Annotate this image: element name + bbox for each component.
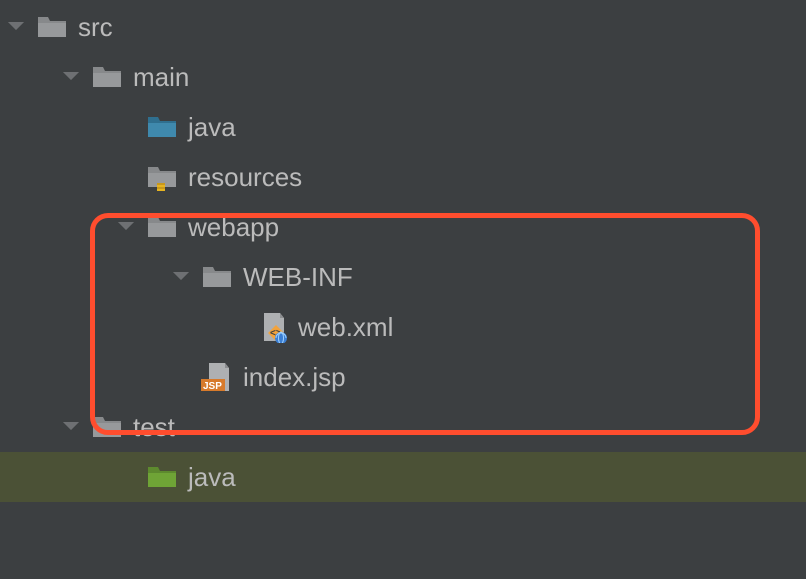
tree-node-label: webapp <box>188 212 279 243</box>
chevron-down-icon[interactable] <box>171 267 191 287</box>
tree-node-resources[interactable]: resources <box>0 152 806 202</box>
folder-source-icon <box>146 111 178 143</box>
folder-icon <box>36 11 68 43</box>
tree-node-label: java <box>188 462 236 493</box>
tree-node-label: java <box>188 112 236 143</box>
folder-resources-icon <box>146 161 178 193</box>
file-jsp-icon <box>201 361 233 393</box>
folder-test-source-icon <box>146 461 178 493</box>
tree-node-java-main[interactable]: java <box>0 102 806 152</box>
chevron-down-icon[interactable] <box>61 67 81 87</box>
arrow-placeholder <box>226 317 246 337</box>
tree-node-src[interactable]: src <box>0 2 806 52</box>
chevron-down-icon[interactable] <box>6 17 26 37</box>
tree-node-label: web.xml <box>298 312 393 343</box>
tree-node-webapp[interactable]: webapp <box>0 202 806 252</box>
chevron-down-icon[interactable] <box>116 217 136 237</box>
tree-node-label: test <box>133 412 175 443</box>
tree-node-webinf[interactable]: WEB-INF <box>0 252 806 302</box>
tree-node-label: resources <box>188 162 302 193</box>
project-tree[interactable]: src main java resources webapp WEB-INF w… <box>0 0 806 502</box>
tree-node-label: main <box>133 62 189 93</box>
tree-node-label: WEB-INF <box>243 262 353 293</box>
arrow-placeholder <box>116 117 136 137</box>
tree-node-java-test[interactable]: java <box>0 452 806 502</box>
tree-node-indexjsp[interactable]: index.jsp <box>0 352 806 402</box>
arrow-placeholder <box>171 367 191 387</box>
folder-icon <box>146 211 178 243</box>
arrow-placeholder <box>116 467 136 487</box>
folder-icon <box>91 61 123 93</box>
folder-icon <box>91 411 123 443</box>
chevron-down-icon[interactable] <box>61 417 81 437</box>
tree-node-label: src <box>78 12 113 43</box>
folder-icon <box>201 261 233 293</box>
arrow-placeholder <box>116 167 136 187</box>
tree-node-test[interactable]: test <box>0 402 806 452</box>
tree-node-label: index.jsp <box>243 362 346 393</box>
tree-node-main[interactable]: main <box>0 52 806 102</box>
tree-node-webxml[interactable]: web.xml <box>0 302 806 352</box>
file-webxml-icon <box>256 311 288 343</box>
